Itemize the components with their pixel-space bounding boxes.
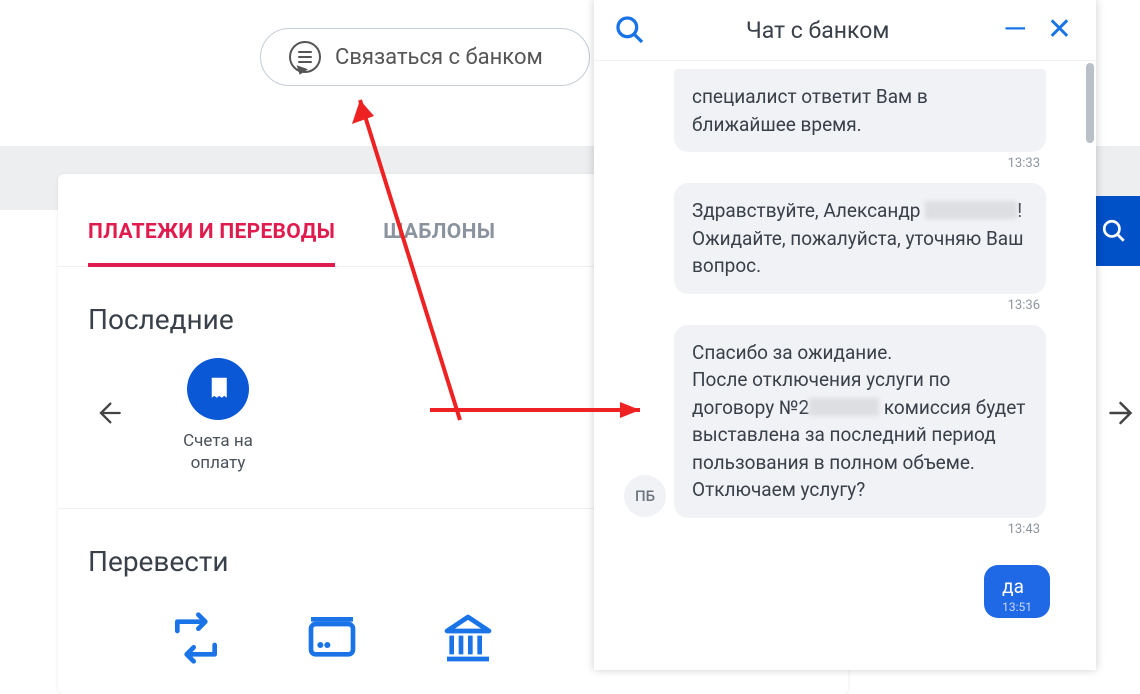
chat-message-text: да (1002, 575, 1032, 598)
chat-message-text: ! (1017, 199, 1022, 222)
chat-title: Чат с банком (660, 17, 985, 44)
recent-prev-arrow[interactable] (88, 393, 128, 440)
chat-message-incoming: Спасибо за ожидание. После отключения ус… (674, 325, 1046, 518)
chat-message-outgoing: да 13:51 (984, 565, 1050, 618)
transfer-bank-icon[interactable] (440, 610, 496, 666)
chat-minimize-button[interactable]: — (999, 15, 1028, 45)
recent-item-invoices[interactable]: Счета на оплату (158, 358, 278, 474)
chat-search-icon[interactable] (614, 14, 646, 46)
chat-message-text: Ожидайте, пожалуйста, уточняю Ваш вопрос… (692, 227, 1024, 278)
chat-message-time: 13:43 (610, 520, 1080, 541)
tab-templates[interactable]: ШАБЛОНЫ (383, 220, 495, 266)
chat-message-time: 13:33 (610, 154, 1080, 175)
chat-scrollbar[interactable] (1086, 63, 1094, 143)
chat-message-incoming: Здравствуйте, Александр ! Ожидайте, пожа… (674, 183, 1046, 294)
transfer-card-icon[interactable] (304, 610, 360, 666)
search-icon (1101, 218, 1127, 244)
transfer-exchange-icon[interactable] (168, 610, 224, 666)
agent-avatar: ПБ (624, 475, 666, 517)
redacted-text (809, 398, 879, 416)
chat-message-text: Спасибо за ожидание. (692, 341, 892, 364)
invoice-icon (187, 358, 249, 420)
tab-payments[interactable]: ПЛАТЕЖИ И ПЕРЕВОДЫ (88, 220, 335, 266)
chat-header: Чат с банком — ✕ (594, 0, 1096, 61)
right-side-arrow[interactable] (1106, 398, 1140, 436)
chat-message-time: 13:36 (610, 296, 1080, 317)
chat-body[interactable]: специалист ответит Вам в ближайшее время… (594, 61, 1096, 670)
contact-bank-wrap: Связаться с банком (260, 28, 590, 86)
arrow-right-icon (1108, 398, 1138, 428)
contact-bank-button[interactable]: Связаться с банком (260, 28, 590, 86)
chat-message-text: Здравствуйте, Александр (692, 199, 920, 222)
redacted-text (925, 201, 1017, 219)
chat-bubble-icon (289, 41, 321, 73)
chat-close-button[interactable]: ✕ (1043, 15, 1076, 45)
chat-message-time: 13:51 (1002, 600, 1032, 614)
chat-message-incoming: специалист ответит Вам в ближайшее время… (674, 69, 1046, 152)
arrow-left-icon (94, 399, 122, 427)
recent-item-label: Счета на оплату (158, 430, 278, 474)
chat-panel: Чат с банком — ✕ специалист ответит Вам … (594, 0, 1096, 670)
contact-bank-label: Связаться с банком (335, 45, 543, 70)
chat-message-text: специалист ответит Вам в ближайшее время… (692, 85, 928, 136)
